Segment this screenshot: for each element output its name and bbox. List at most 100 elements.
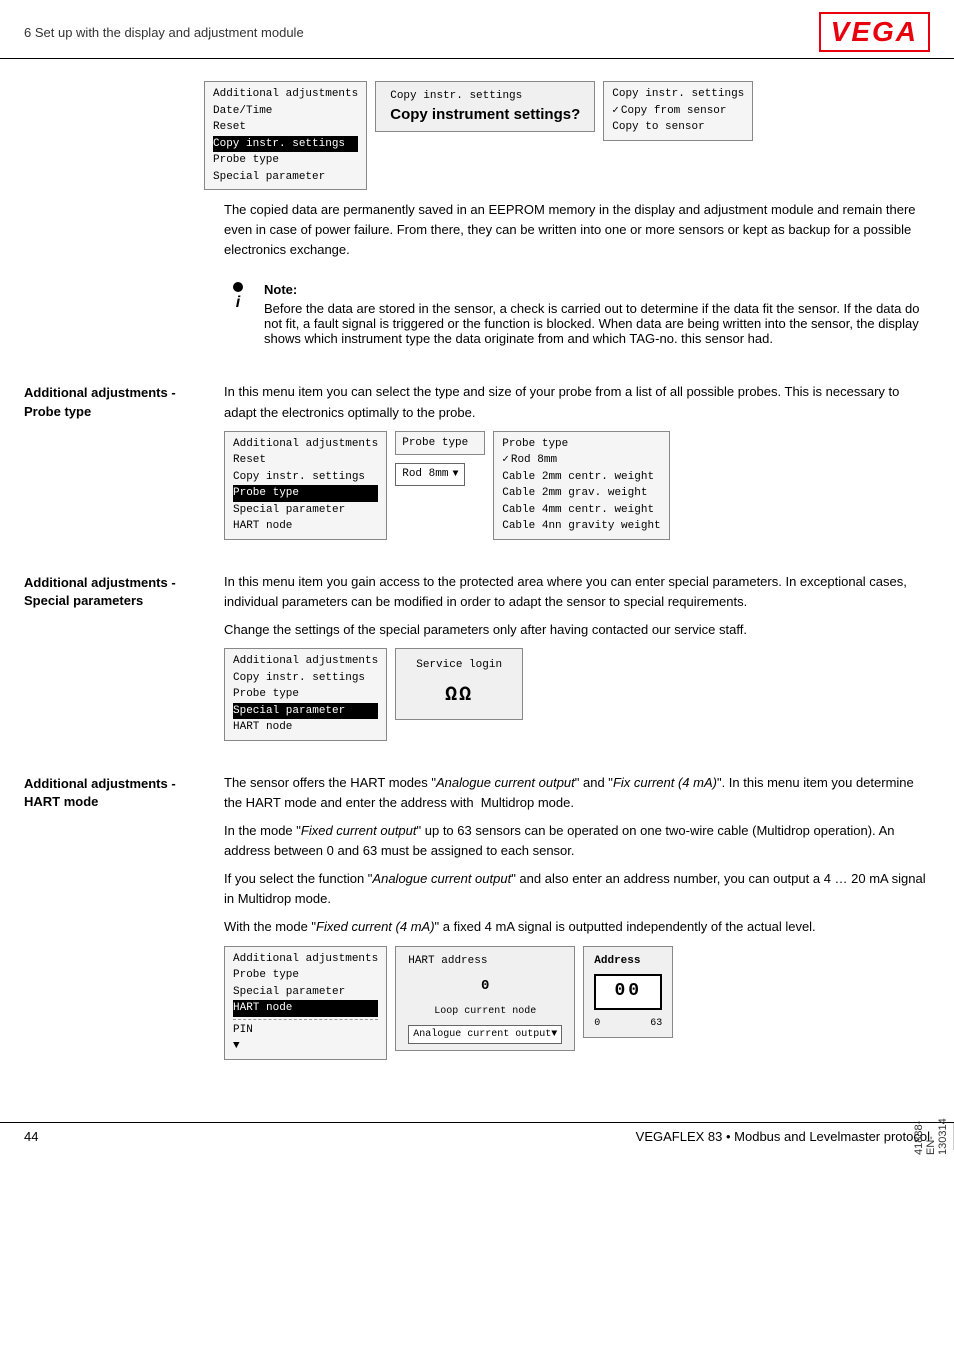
special-ui-row: Additional adjustments Copy instr. setti… [224, 648, 930, 741]
dialog-title: Copy instr. settings [390, 90, 580, 102]
hart-menu-box: Additional adjustments Probe type Specia… [224, 946, 387, 1060]
sp-menu-additional: Additional adjustments [233, 653, 378, 670]
addr-max: 63 [650, 1016, 662, 1032]
menu-item-copy-instr[interactable]: Copy instr. settings [213, 136, 358, 153]
hart-menu-special: Special parameter [233, 984, 378, 1001]
hart-address-title: HART address [408, 953, 562, 970]
hart-para1: The sensor offers the HART modes "Analog… [224, 773, 930, 813]
probe-section-label: Additional adjustments - Probe type [24, 382, 224, 549]
special-intro: In this menu item you gain access to the… [224, 572, 930, 612]
vega-logo: VEGA [819, 12, 930, 52]
page-footer: 44 VEGAFLEX 83 • Modbus and Levelmaster … [0, 1122, 954, 1150]
address-range: 0 63 [594, 1016, 662, 1032]
hart-section-label: Additional adjustments - HART mode [24, 773, 224, 1070]
note-dot [233, 282, 243, 292]
address-title: Address [594, 953, 662, 970]
probe-menu-probetype[interactable]: Probe type [233, 485, 378, 502]
sp-menu-special[interactable]: Special parameter [233, 703, 378, 720]
sidebar-id: 41838-EN-130314 [909, 1123, 954, 1150]
hart-loop-label: Loop current node [408, 1004, 562, 1020]
hart-menu-arrow: ▼ [233, 1038, 378, 1055]
probe-dropdown-value: Rod 8mm [402, 466, 448, 483]
top-ui-row: Additional adjustments Date/Time Reset C… [204, 81, 930, 190]
page-content: Additional adjustments Date/Time Reset C… [0, 67, 954, 1112]
probe-menu-reset: Reset [233, 452, 378, 469]
hart-menu-pin: PIN [233, 1022, 378, 1039]
note-label-spacer [24, 282, 224, 364]
note-body: Note: Before the data are stored in the … [264, 282, 930, 346]
chapter-title: 6 Set up with the display and adjustment… [24, 25, 304, 40]
probe-intro: In this menu item you can select the typ… [224, 382, 930, 422]
menu-item-datetime: Date/Time [213, 103, 358, 120]
probe-menu-special: Special parameter [233, 502, 378, 519]
hart-para2: In the mode "Fixed current output" up to… [224, 821, 930, 861]
dialog-text: Copy instrument settings? [390, 106, 580, 123]
hart-para4: With the mode "Fixed current (4 mA)" a f… [224, 917, 930, 937]
probe-opt-cable2c[interactable]: Cable 2mm centr. weight [502, 469, 660, 486]
hart-loop-value[interactable]: Analogue current output ▼ [408, 1025, 562, 1045]
menu-item-additional: Additional adjustments [213, 86, 358, 103]
address-display-box: Address 00 0 63 [583, 946, 673, 1038]
probe-section-body: In this menu item you can select the typ… [224, 382, 930, 549]
probe-opt-rod8mm[interactable]: Rod 8mm [502, 452, 660, 469]
probe-dropdown-row[interactable]: Rod 8mm ▼ [395, 463, 485, 486]
probe-dropdown-container: Probe type Rod 8mm ▼ [395, 431, 485, 487]
menu-item-reset: Reset [213, 119, 358, 136]
hart-address-value[interactable]: 0 [408, 974, 562, 1000]
opt-copy-to-sensor[interactable]: Copy to sensor [612, 119, 744, 136]
note-text: Before the data are stored in the sensor… [264, 301, 930, 346]
top-paragraph: The copied data are permanently saved in… [224, 200, 930, 268]
dropdown-arrow-icon: ▼ [452, 467, 458, 483]
top-menu-box: Additional adjustments Date/Time Reset C… [204, 81, 367, 190]
service-code: ΩΩ [416, 680, 502, 711]
hart-section-body: The sensor offers the HART modes "Analog… [224, 773, 930, 1070]
sp-menu-copy: Copy instr. settings [233, 670, 378, 687]
note-title: Note: [264, 282, 930, 297]
menu-item-special: Special parameter [213, 169, 358, 186]
copy-dialog-box: Copy instr. settings Copy instrument set… [375, 81, 595, 132]
section-hart: Additional adjustments - HART mode The s… [24, 773, 930, 1070]
probe-options-box: Probe type Rod 8mm Cable 2mm centr. weig… [493, 431, 669, 540]
special-menu-box: Additional adjustments Copy instr. setti… [224, 648, 387, 741]
hart-ui-row: Additional adjustments Probe type Specia… [224, 946, 930, 1060]
menu-item-probetype: Probe type [213, 152, 358, 169]
page-number: 44 [24, 1129, 38, 1144]
service-login-box: Service login ΩΩ [395, 648, 523, 720]
note-icon: i [224, 282, 252, 312]
hart-menu-probe: Probe type [233, 967, 378, 984]
probe-type-label-box: Probe type [395, 431, 485, 456]
probe-dropdown[interactable]: Rod 8mm ▼ [395, 463, 465, 486]
top-label-spacer [24, 200, 224, 268]
hart-dropdown-arrow-icon: ▼ [551, 1027, 557, 1043]
hart-loop-dropdown[interactable]: Analogue current output ▼ [408, 1025, 562, 1045]
probe-options-title: Probe type [502, 438, 568, 450]
special-section-body: In this menu item you gain access to the… [224, 572, 930, 751]
service-title: Service login [416, 657, 502, 674]
opt-copy-from-sensor[interactable]: Copy from sensor [612, 103, 744, 120]
sp-menu-probe: Probe type [233, 686, 378, 703]
page-header: 6 Set up with the display and adjustment… [0, 0, 954, 59]
probe-opt-cable4g[interactable]: Cable 4nn gravity weight [502, 518, 660, 535]
hart-menu-additional: Additional adjustments [233, 951, 378, 968]
probe-opt-cable4c[interactable]: Cable 4mm centr. weight [502, 502, 660, 519]
top-paragraph-section: The copied data are permanently saved in… [24, 200, 930, 268]
copy-options-title: Copy instr. settings [612, 88, 744, 100]
probe-menu-additional: Additional adjustments [233, 436, 378, 453]
note-block: i Note: Before the data are stored in th… [224, 282, 930, 346]
special-change-note: Change the settings of the special param… [224, 620, 930, 640]
probe-menu-copy: Copy instr. settings [233, 469, 378, 486]
probe-ui-row: Additional adjustments Reset Copy instr.… [224, 431, 930, 540]
footer-product: VEGAFLEX 83 • Modbus and Levelmaster pro… [636, 1129, 930, 1144]
copy-options-box: Copy instr. settings Copy from sensor Co… [603, 81, 753, 141]
hart-address-box: HART address 0 Loop current node Analogu… [395, 946, 575, 1052]
hart-menu-hart[interactable]: HART node [233, 1000, 378, 1017]
probe-opt-cable2g[interactable]: Cable 2mm grav. weight [502, 485, 660, 502]
probe-menu-hart: HART node [233, 518, 378, 535]
note-section: i Note: Before the data are stored in th… [24, 282, 930, 364]
section-special: Additional adjustments - Special paramet… [24, 572, 930, 751]
special-section-label: Additional adjustments - Special paramet… [24, 572, 224, 751]
address-display-value[interactable]: 00 [594, 974, 662, 1010]
addr-min: 0 [594, 1016, 600, 1032]
hart-para3: If you select the function "Analogue cur… [224, 869, 930, 909]
probe-menu-box: Additional adjustments Reset Copy instr.… [224, 431, 387, 540]
